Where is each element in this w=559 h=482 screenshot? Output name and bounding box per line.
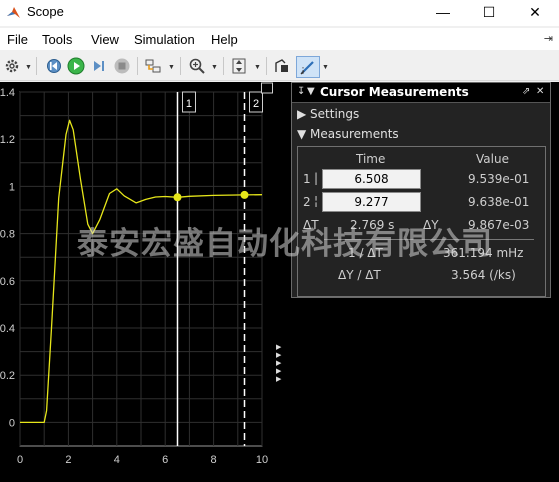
slope-value: 3.564 (/ks): [451, 268, 516, 282]
cursor2-label: 2: [303, 195, 311, 209]
delta-y-label: ΔY: [423, 218, 439, 232]
measurements-dropdown-caret[interactable]: ▼: [322, 64, 329, 71]
fit-dropdown-caret[interactable]: ▼: [254, 64, 261, 71]
y-tick-label: 0: [9, 417, 15, 429]
cursor-2-marker: [240, 190, 249, 199]
panel-header: ↧ ▼ Cursor Measurements ⇗ ✕: [292, 83, 550, 103]
cursor-measurements-icon[interactable]: [296, 56, 320, 78]
time-header: Time: [356, 152, 386, 166]
y-tick-label: 0.6: [0, 276, 15, 288]
y-tick-label: 1.4: [0, 87, 15, 99]
panel-menu-icon[interactable]: ▼: [307, 86, 315, 97]
menu-help[interactable]: Help: [211, 32, 238, 47]
toolbar-separator: [223, 57, 224, 75]
maximize-button[interactable]: ☐: [467, 0, 511, 26]
slope-label: ΔY / ΔT: [338, 268, 381, 282]
cursor1-time-field[interactable]: 6.508: [322, 169, 421, 189]
minimize-button[interactable]: —: [421, 0, 465, 26]
panel-collapse-arrows[interactable]: ▶ ▶ ▶ ▶ ▶: [276, 344, 284, 384]
panel-title: Cursor Measurements: [320, 85, 469, 99]
measurements-table: Time Value 1 | 6.508 9.539e-01 2 ¦ 9.277…: [297, 146, 546, 297]
menu-file[interactable]: File: [7, 32, 28, 47]
x-tick-label: 8: [211, 454, 217, 466]
toolbar-separator: [180, 57, 181, 75]
measurements-section[interactable]: ▼ Measurements: [297, 127, 399, 141]
undock-icon[interactable]: ⇗: [522, 86, 530, 97]
matlab-logo-icon: [6, 5, 21, 20]
x-tick-label: 2: [65, 454, 71, 466]
pin-icon[interactable]: ⇥: [544, 32, 553, 45]
zoom-dropdown-caret[interactable]: ▼: [211, 64, 218, 71]
delta-y-value: 9.867e-03: [468, 218, 530, 232]
zoom-icon[interactable]: [187, 56, 207, 76]
settings-dropdown-caret[interactable]: ▼: [25, 64, 32, 71]
step-back-icon[interactable]: [43, 56, 63, 76]
cursor-1-marker: [173, 193, 182, 202]
inverse-delta-t-label: 1 / ΔT: [348, 246, 383, 260]
cursor2-value: 9.638e-01: [468, 195, 530, 209]
divider: [324, 239, 534, 240]
x-tick-label: 4: [114, 454, 120, 466]
axes-undock-icon[interactable]: [261, 82, 273, 94]
toolbar: ▼ ▼ ▼ ▼ ▼: [0, 52, 559, 81]
close-button[interactable]: ✕: [513, 0, 557, 26]
y-tick-label: 0.2: [0, 370, 15, 382]
cursor-data-icon[interactable]: [272, 56, 292, 76]
delta-t-value: 2.769 s: [350, 218, 395, 232]
collapsed-arrow-icon: ▶: [297, 107, 311, 121]
expanded-arrow-icon: ▼: [297, 127, 311, 141]
run-icon[interactable]: [66, 56, 86, 76]
panel-close-icon[interactable]: ✕: [536, 86, 544, 97]
value-header: Value: [476, 152, 509, 166]
menu-simulation[interactable]: Simulation: [134, 32, 195, 47]
y-tick-label: 0.4: [0, 323, 15, 335]
cursor2-time-field[interactable]: 9.277: [322, 192, 421, 212]
x-tick-label: 0: [17, 454, 23, 466]
cursor-1-label: 1: [186, 98, 192, 110]
measurements-label: Measurements: [310, 127, 399, 141]
y-tick-label: 0.8: [0, 229, 15, 241]
stop-icon[interactable]: [112, 56, 132, 76]
cursor1-marker-icon: |: [314, 171, 319, 185]
toolbar-separator: [36, 57, 37, 75]
toolbar-separator: [266, 57, 267, 75]
y-tick-label: 1.2: [0, 134, 15, 146]
inverse-delta-t-value: 361.194 mHz: [443, 246, 524, 260]
cursor1-value: 9.539e-01: [468, 172, 530, 186]
fit-to-view-icon[interactable]: [229, 56, 249, 76]
highlight-block-icon[interactable]: [143, 56, 163, 76]
settings-label: Settings: [310, 107, 360, 121]
settings-section[interactable]: ▶ Settings: [297, 107, 359, 121]
step-forward-icon[interactable]: [89, 56, 109, 76]
delta-t-label: ΔT: [303, 218, 319, 232]
cursor1-label: 1: [303, 172, 311, 186]
cursor-measurements-panel: ↧ ▼ Cursor Measurements ⇗ ✕ ▶ Settings ▼…: [291, 82, 551, 298]
title-bar: Scope — ☐ ✕: [0, 0, 559, 26]
menu-bar: File Tools View Simulation Help ⇥: [0, 28, 559, 50]
y-tick-label: 1: [9, 181, 15, 193]
panel-pin-icon[interactable]: ↧: [297, 86, 305, 97]
menu-view[interactable]: View: [91, 32, 119, 47]
gear-icon[interactable]: [3, 56, 21, 76]
x-tick-label: 6: [162, 454, 168, 466]
cursor2-marker-icon: ¦: [314, 194, 319, 208]
cursor-2-label: 2: [253, 98, 259, 110]
menu-tools[interactable]: Tools: [42, 32, 72, 47]
toolbar-separator: [137, 57, 138, 75]
x-tick-label: 10: [256, 454, 268, 466]
highlight-dropdown-caret[interactable]: ▼: [168, 64, 175, 71]
window-title: Scope: [27, 4, 64, 19]
